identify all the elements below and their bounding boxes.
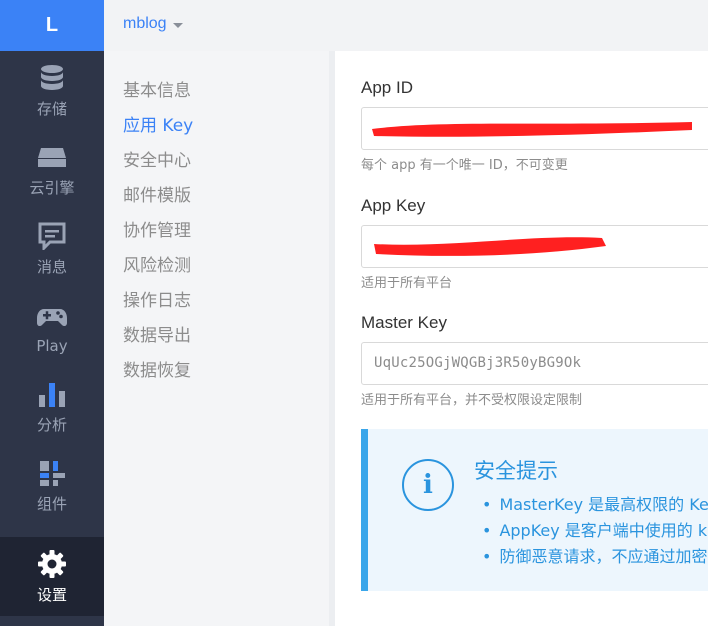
- app-key-hint: 适用于所有平台: [361, 276, 453, 291]
- master-key-field[interactable]: UqUc25OGjWQGBj3R50yBG9Ok: [361, 342, 708, 385]
- subnav-item-collaboration[interactable]: 协作管理: [123, 216, 191, 241]
- subnav-item-app-key[interactable]: 应用 Key: [123, 111, 193, 136]
- app-key-field[interactable]: [361, 225, 708, 268]
- rail-item-components[interactable]: 组件: [0, 446, 104, 525]
- list-item: AppKey 是客户端中使用的 k: [482, 518, 708, 544]
- info-icon: i: [402, 459, 454, 511]
- redaction-mark: [374, 237, 606, 256]
- rail-item-label: 设置: [36, 586, 67, 604]
- list-item: MasterKey 是最高权限的 Ke: [482, 492, 708, 518]
- subnav-item-email-templates[interactable]: 邮件模版: [123, 181, 191, 206]
- settings-subnav: 基本信息 应用 Key 安全中心 邮件模版 协作管理 风险检测 操作日志 数据导…: [104, 51, 329, 626]
- chevron-down-icon: [172, 22, 183, 28]
- subnav-divider: [329, 51, 335, 626]
- rail-item-storage[interactable]: 存储: [0, 51, 104, 130]
- rail-item-play[interactable]: Play: [0, 288, 104, 367]
- app-switcher[interactable]: mblog: [123, 15, 183, 33]
- app-name: mblog: [123, 15, 167, 32]
- app-id-field[interactable]: [361, 107, 708, 150]
- subnav-item-operation-log[interactable]: 操作日志: [123, 286, 191, 311]
- master-key-hint: 适用于所有平台，并不受权限设定限制: [361, 393, 583, 408]
- redaction-mark: [372, 122, 692, 137]
- rail-item-label: Play: [36, 336, 68, 355]
- security-tip-list: MasterKey 是最高权限的 Ke AppKey 是客户端中使用的 k 防御…: [482, 492, 708, 570]
- subnav-item-risk-detection[interactable]: 风险检测: [123, 251, 191, 276]
- rail-item-label: 组件: [36, 495, 67, 513]
- rail-item-label: 云引擎: [29, 179, 75, 197]
- security-tip-title: 安全提示: [474, 459, 558, 483]
- app-id-hint: 每个 app 有一个唯一 ID，不可变更: [361, 158, 568, 173]
- main-sidebar: L 存储 云引擎 消息 Play 分析 组件 设置: [0, 0, 104, 626]
- rail-item-analytics[interactable]: 分析: [0, 367, 104, 446]
- subnav-item-data-export[interactable]: 数据导出: [123, 321, 191, 346]
- rail-item-settings[interactable]: 设置: [0, 537, 104, 616]
- bar-chart-icon: [36, 378, 68, 410]
- gear-icon: [36, 548, 68, 580]
- subnav-item-security[interactable]: 安全中心: [123, 146, 191, 171]
- rail-item-label: 消息: [36, 258, 67, 276]
- app-id-label: App ID: [361, 78, 413, 97]
- app-logo[interactable]: L: [0, 0, 104, 51]
- subnav-item-data-restore[interactable]: 数据恢复: [123, 356, 191, 381]
- database-icon: [36, 62, 68, 94]
- top-bar: mblog: [104, 0, 708, 51]
- subnav-item-basic-info[interactable]: 基本信息: [123, 76, 191, 101]
- security-tip-panel: i 安全提示 MasterKey 是最高权限的 Ke AppKey 是客户端中使…: [361, 429, 708, 591]
- rail-item-label: 分析: [36, 416, 67, 434]
- master-key-value: UqUc25OGjWQGBj3R50yBG9Ok: [374, 355, 582, 371]
- list-item: 防御恶意请求，不应通过加密: [482, 544, 708, 570]
- rail-item-message[interactable]: 消息: [0, 209, 104, 288]
- master-key-label: Master Key: [361, 313, 447, 332]
- gamepad-icon: [36, 301, 68, 333]
- rail-item-label: 存储: [36, 100, 67, 118]
- rail-item-engine[interactable]: 云引擎: [0, 130, 104, 209]
- app-key-label: App Key: [361, 196, 426, 215]
- message-icon: [36, 220, 68, 252]
- server-icon: [36, 141, 68, 173]
- components-icon: [36, 457, 68, 489]
